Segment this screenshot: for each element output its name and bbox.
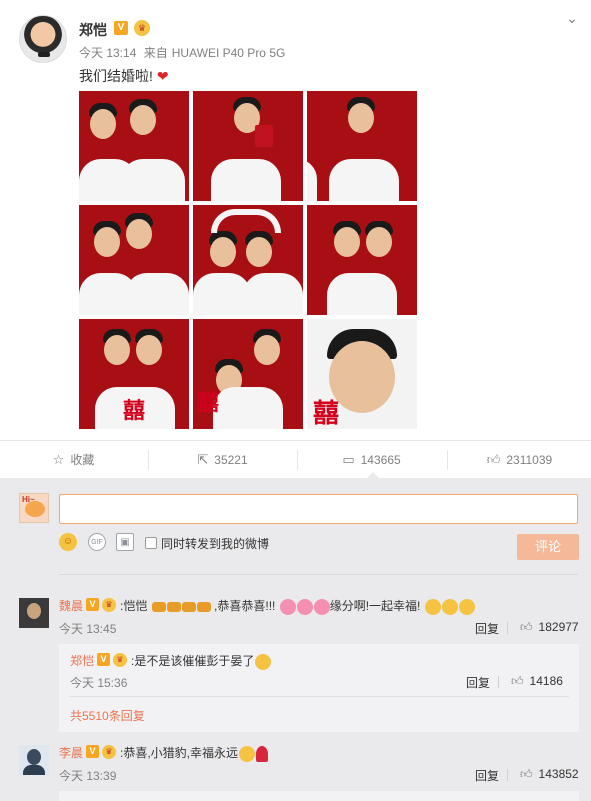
commenter-name[interactable]: 魏晨 xyxy=(59,597,83,614)
comment-text-content: :恭喜,小猎豹,幸福永远 xyxy=(120,746,239,760)
sub-reply-box-partial xyxy=(59,791,579,801)
sub-comment-time: 今天 15:36 xyxy=(70,676,128,690)
commenter-name[interactable]: 李晨 xyxy=(59,744,83,761)
sub-commenter-name[interactable]: 郑恺 xyxy=(70,652,94,669)
photo-6[interactable] xyxy=(307,205,417,315)
hug-emoji-icon xyxy=(239,745,256,762)
chevron-down-icon[interactable]: ⌄ xyxy=(564,10,580,26)
sub-comment-like-button[interactable]: 👍︎ 14186 xyxy=(511,674,563,689)
kiss-emoji-icon xyxy=(424,598,441,615)
verified-icon: V xyxy=(97,653,110,667)
sub-comment-like-count: 14186 xyxy=(529,674,563,688)
repost-icon: ⇱ xyxy=(197,452,209,467)
photo-2[interactable] xyxy=(193,91,303,201)
commenter-avatar[interactable] xyxy=(19,598,49,628)
member-crown-icon: ♛ xyxy=(102,597,116,612)
comment-like-count: 143852 xyxy=(538,767,579,781)
comment-like-count: 182977 xyxy=(538,620,579,634)
pink-heart-emoji-icon xyxy=(296,598,313,615)
verified-icon: V xyxy=(86,598,99,612)
post-text-content: 我们结婚啦! xyxy=(79,68,153,84)
comment-time: 今天 13:39 xyxy=(59,769,117,783)
comment-text: :恺恺 ,恭喜恭喜!!! 缘分啊!一起幸福! xyxy=(120,597,475,615)
commenter-badges: V ♛ xyxy=(86,744,116,759)
photo-9[interactable]: 囍 xyxy=(307,319,417,429)
kiss-emoji-icon xyxy=(458,598,475,615)
comment-text-start: :恺恺 xyxy=(120,599,148,613)
pink-heart-emoji-icon xyxy=(279,598,296,615)
reply-button[interactable]: 回复 xyxy=(475,767,499,784)
submit-comment-button[interactable]: 评论 xyxy=(517,534,579,560)
rose-emoji-icon xyxy=(256,745,269,762)
heart-emoji-icon: ❤ xyxy=(156,68,169,84)
verified-icon: V xyxy=(114,21,128,35)
leopard-emoji-icon xyxy=(166,601,181,612)
comment-like-button[interactable]: 👍︎ 182977 xyxy=(520,620,579,635)
photo-8[interactable]: 囍 xyxy=(193,319,303,429)
comment-text-middle: ,恭喜恭喜!!! xyxy=(214,599,276,613)
comment-time: 今天 13:45 xyxy=(59,622,117,636)
image-icon[interactable]: ▣ xyxy=(116,533,134,551)
source-device[interactable]: HUAWEI P40 Pro 5G xyxy=(172,46,286,60)
photo-grid: 囍 囍 囍 xyxy=(79,91,418,430)
member-crown-icon: ♛ xyxy=(134,20,150,36)
favorite-button[interactable]: ☆ 收藏 xyxy=(0,441,147,479)
photo-7[interactable]: 囍 xyxy=(79,319,189,429)
sub-reply-button[interactable]: 回复 xyxy=(466,674,490,691)
star-icon: ☆ xyxy=(52,452,65,467)
thumbs-up-icon: 👍︎ xyxy=(520,767,533,781)
comment-text-end: 缘分啊!一起幸福! xyxy=(329,599,421,613)
divider xyxy=(59,574,578,575)
comment-text: :恭喜,小猎豹,幸福永远 xyxy=(120,744,269,762)
post-text: 我们结婚啦! ❤ xyxy=(79,66,169,86)
sub-comment-text: :是不是该催催彭于晏了 xyxy=(131,652,272,670)
sub-commenter-badges: V ♛ xyxy=(97,652,127,667)
member-crown-icon: ♛ xyxy=(113,652,127,667)
photo-1[interactable] xyxy=(79,91,189,201)
favorite-label: 收藏 xyxy=(70,453,95,467)
verified-icon: V xyxy=(86,745,99,759)
my-avatar[interactable]: Hi~ xyxy=(19,493,49,523)
post-action-bar: ☆ 收藏 ⇱ 35221 ▭ 143665 👍︎ 2311039 xyxy=(0,440,591,478)
also-repost-label: 同时转发到我的微博 xyxy=(161,537,270,551)
comment-like-button[interactable]: 👍︎ 143852 xyxy=(520,767,579,782)
kiss-emoji-icon xyxy=(441,598,458,615)
leopard-emoji-icon xyxy=(196,601,211,612)
weibo-post: 郑恺 V ♛ ⌄ 今天 13:14 来自 HUAWEI P40 Pro 5G 我们… xyxy=(0,0,591,440)
comment-icon: ▭ xyxy=(342,452,355,467)
commenter-avatar[interactable] xyxy=(19,745,49,775)
source-prefix: 来自 xyxy=(143,46,168,60)
author-avatar[interactable] xyxy=(19,15,67,63)
author-name[interactable]: 郑恺 xyxy=(79,20,107,40)
view-more-replies-link[interactable]: 共5510条回复 xyxy=(70,707,145,724)
compose-toolbar: ☺ GIF ▣ 同时转发到我的微博 xyxy=(59,533,578,553)
thumbs-up-icon: 👍︎ xyxy=(520,620,533,634)
comment-count: 143665 xyxy=(360,453,401,467)
pink-heart-emoji-icon xyxy=(313,598,330,615)
repost-count: 35221 xyxy=(214,453,248,467)
repost-button[interactable]: ⇱ 35221 xyxy=(149,441,296,479)
also-repost-checkbox[interactable] xyxy=(145,537,157,549)
emoji-icon[interactable]: ☺ xyxy=(59,533,77,551)
leopard-emoji-icon xyxy=(181,601,196,612)
like-button[interactable]: 👍︎ 2311039 xyxy=(448,441,591,479)
post-meta: 今天 13:14 来自 HUAWEI P40 Pro 5G xyxy=(79,44,289,61)
comments-section: Hi~ ☺ GIF ▣ 同时转发到我的微博 评论 魏晨 V ♛ :恺恺 ,恭喜恭喜… xyxy=(0,478,591,801)
photo-4[interactable] xyxy=(79,205,189,315)
member-crown-icon: ♛ xyxy=(102,744,116,759)
wink-emoji-icon xyxy=(255,653,272,670)
commenter-badges: V ♛ xyxy=(86,597,116,612)
leopard-emoji-icon xyxy=(151,601,166,612)
comment-input[interactable] xyxy=(59,494,578,524)
like-count: 2311039 xyxy=(506,453,553,467)
thumbs-up-icon: 👍︎ xyxy=(486,452,501,467)
sub-comment-text-content: :是不是该催催彭于晏了 xyxy=(131,654,255,668)
thumbs-up-icon: 👍︎ xyxy=(511,674,524,688)
photo-5[interactable] xyxy=(193,205,303,315)
reply-button[interactable]: 回复 xyxy=(475,620,499,637)
photo-3[interactable] xyxy=(307,91,417,201)
sub-reply-box: 郑恺 V ♛ :是不是该催催彭于晏了 今天 15:36 回复 👍︎ 14186 共5… xyxy=(59,644,579,732)
post-time[interactable]: 今天 13:14 xyxy=(79,46,136,60)
gif-icon[interactable]: GIF xyxy=(88,533,106,551)
